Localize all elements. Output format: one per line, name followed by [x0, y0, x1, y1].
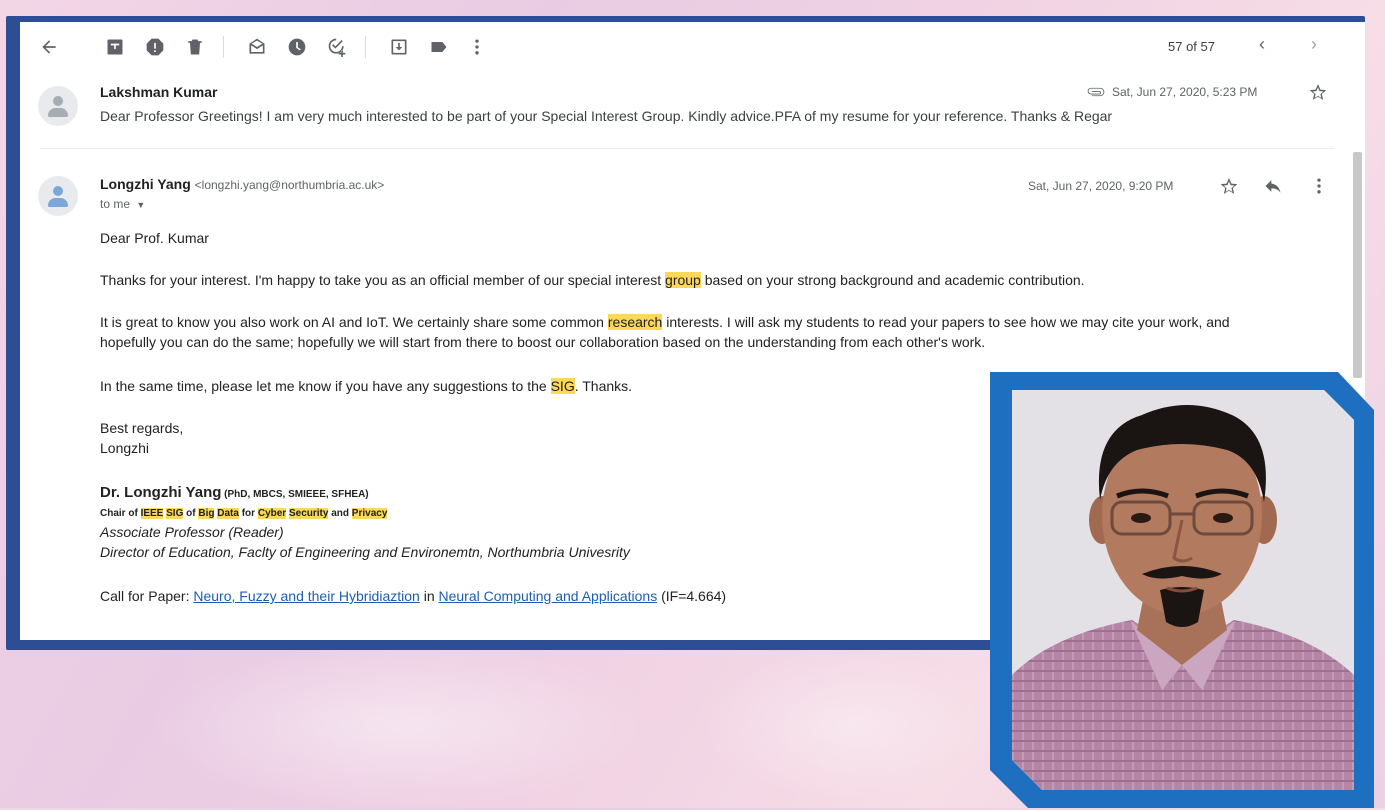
text: of	[183, 508, 199, 519]
add-task-icon[interactable]	[326, 36, 348, 58]
more-vert-icon[interactable]	[466, 36, 488, 58]
toolbar: 57 of 57 ‹ ›	[20, 22, 1365, 72]
text: Call for Paper:	[100, 588, 194, 604]
text: Best regards,	[100, 420, 184, 436]
call-for-paper: Call for Paper: Neuro, Fuzzy and their H…	[100, 586, 726, 606]
search-highlight: Data	[217, 508, 239, 519]
text: in	[419, 588, 439, 604]
text: for	[238, 508, 258, 519]
move-to-icon[interactable]	[388, 36, 410, 58]
star-icon[interactable]	[1219, 176, 1239, 196]
signature-title-1: Associate Professor (Reader)	[100, 524, 284, 540]
signature-name: Dr. Longzhi Yang (PhD, MBCS, SMIEEE, SFH…	[100, 482, 369, 505]
search-highlight: IEEE	[140, 508, 164, 519]
older-button[interactable]: ›	[1311, 34, 1317, 55]
mark-unread-icon[interactable]	[246, 36, 268, 58]
pagination-count: 57 of 57	[1168, 39, 1215, 54]
attachment-icon	[1086, 82, 1106, 102]
avatar	[38, 86, 78, 126]
search-highlight: SIG	[166, 508, 184, 519]
cfp-link-journal[interactable]: Neural Computing and Applications	[439, 588, 658, 604]
background-glow	[700, 650, 1000, 800]
report-spam-icon[interactable]	[144, 36, 166, 58]
label-icon[interactable]	[428, 36, 450, 58]
text: Longzhi	[100, 440, 150, 456]
search-highlight: Big	[198, 508, 215, 519]
cfp-link-special-issue[interactable]: Neuro, Fuzzy and their Hybridiaztion	[193, 588, 419, 604]
person-photo-illustration	[1012, 390, 1354, 790]
search-highlight: Privacy	[351, 508, 388, 519]
toolbar-divider	[365, 36, 366, 58]
message2-date: Sat, Jun 27, 2020, 9:20 PM	[1028, 179, 1174, 193]
text: (PhD, MBCS, SMIEEE, SFHEA)	[221, 489, 369, 500]
reply-icon[interactable]	[1263, 176, 1283, 196]
more-vert-icon[interactable]	[1309, 176, 1329, 196]
delete-icon[interactable]	[184, 36, 206, 58]
text: Thanks for your interest. I'm happy to t…	[100, 272, 666, 288]
email-paragraph-3: In the same time, please let me know if …	[100, 376, 632, 396]
star-icon[interactable]	[1308, 82, 1328, 102]
text: Chair of	[100, 508, 141, 519]
text: based on your strong background and acad…	[700, 272, 1085, 288]
search-highlight: Cyber	[257, 508, 287, 519]
background-glow	[140, 640, 660, 810]
message1-sender[interactable]: Lakshman Kumar	[100, 84, 217, 100]
text: (IF=4.664)	[657, 588, 727, 604]
email-greeting: Dear Prof. Kumar	[100, 230, 209, 246]
text: Dr. Longzhi Yang	[100, 484, 222, 501]
email-paragraph-1: Thanks for your interest. I'm happy to t…	[100, 270, 1085, 290]
recipient-toggle[interactable]: to me ▼	[100, 197, 145, 211]
text: hopefully you can do the same; hopefully…	[100, 334, 986, 350]
text: In the same time, please let me know if …	[100, 378, 551, 394]
message1-snippet[interactable]: Dear Professor Greetings! I am very much…	[100, 108, 1112, 124]
scrollbar[interactable]	[1353, 152, 1362, 378]
newer-button[interactable]: ‹	[1259, 34, 1265, 55]
message1-date: Sat, Jun 27, 2020, 5:23 PM	[1112, 85, 1258, 99]
snooze-icon[interactable]	[286, 36, 308, 58]
signature-title-2: Director of Education, Faclty of Enginee…	[100, 544, 630, 560]
text: interests. I will ask my students to rea…	[662, 314, 1230, 330]
back-arrow-icon[interactable]	[38, 36, 60, 58]
text: and	[328, 508, 352, 519]
search-highlight: group	[665, 272, 701, 288]
search-highlight: research	[607, 314, 663, 330]
profile-photo	[1012, 390, 1354, 790]
text: . Thanks.	[574, 378, 633, 394]
search-highlight: Security	[288, 508, 329, 519]
toolbar-divider	[223, 36, 224, 58]
recipient-label: to me	[100, 197, 131, 211]
avatar	[38, 176, 78, 216]
text: It is great to know you also work on AI …	[100, 314, 608, 330]
archive-icon[interactable]	[104, 36, 126, 58]
email-paragraph-2: It is great to know you also work on AI …	[100, 312, 1230, 352]
search-highlight: SIG	[550, 378, 575, 394]
sender-name: Longzhi Yang	[100, 176, 191, 192]
message2-sender[interactable]: Longzhi Yang <longzhi.yang@northumbria.a…	[100, 176, 384, 192]
signature-chair: Chair of IEEE SIG of Big Data for Cyber …	[100, 504, 388, 524]
message-divider	[40, 148, 1335, 149]
email-closing: Best regards, Longzhi	[100, 418, 183, 458]
chevron-down-icon: ▼	[136, 200, 146, 210]
sender-email: <longzhi.yang@northumbria.ac.uk>	[194, 178, 385, 192]
